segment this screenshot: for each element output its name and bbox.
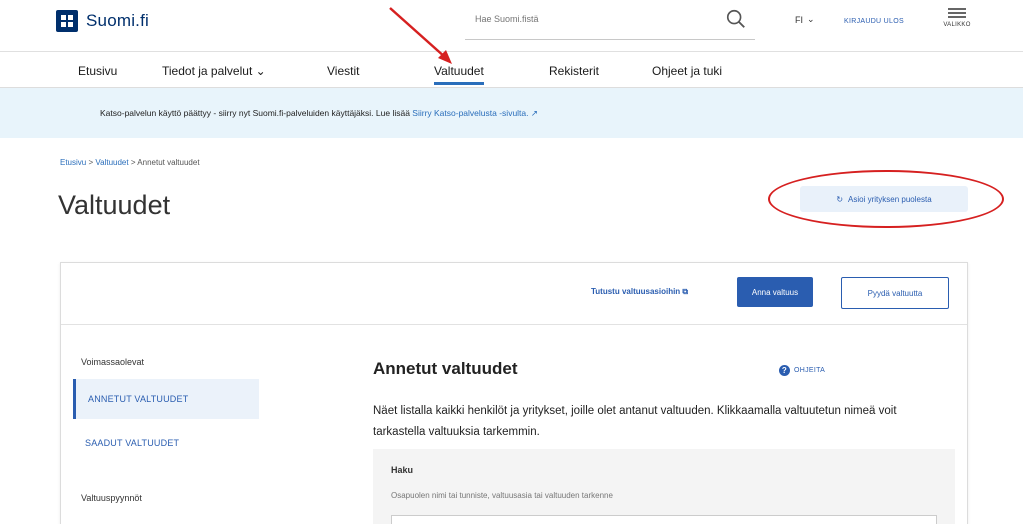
help-link[interactable]: ? OHJEITA bbox=[779, 365, 825, 376]
nav-item-etusivu[interactable]: Etusivu bbox=[78, 64, 117, 78]
nav-item-viestit[interactable]: Viestit bbox=[327, 64, 359, 78]
brand-name: Suomi.fi bbox=[86, 11, 150, 30]
authorizations-panel: Tutustu valtuusasioihin ⧉ Anna valtuus P… bbox=[60, 262, 968, 524]
external-link-icon: ↗ bbox=[530, 108, 539, 118]
notice-link[interactable]: Siirry Katso-palvelusta -sivulta. bbox=[412, 108, 528, 118]
breadcrumb-etusivu[interactable]: Etusivu bbox=[60, 158, 86, 167]
logo-icon bbox=[56, 10, 78, 32]
page-title: Valtuudet bbox=[58, 190, 171, 220]
search-icon[interactable] bbox=[725, 8, 747, 30]
panel-toolbar: Tutustu valtuusasioihin ⧉ Anna valtuus P… bbox=[61, 263, 967, 325]
search-section: Haku Osapuolen nimi tai tunniste, valtuu… bbox=[373, 449, 955, 524]
authorization-search-input[interactable] bbox=[391, 515, 937, 524]
act-on-behalf-label: Asioi yrityksen puolesta bbox=[848, 194, 932, 204]
sidebar-heading-valid: Voimassaolevat bbox=[81, 357, 145, 367]
nav-item-tiedot-ja-palvelut[interactable]: Tiedot ja palvelut ⌄ bbox=[162, 64, 266, 78]
refresh-icon: ↻ bbox=[836, 194, 844, 204]
content-title: Annetut valtuudet bbox=[373, 359, 518, 378]
help-label: OHJEITA bbox=[794, 367, 826, 374]
nav-item-rekisterit[interactable]: Rekisterit bbox=[549, 64, 599, 78]
language-selector[interactable]: FI ⌄ bbox=[795, 14, 815, 25]
breadcrumb-current: Annetut valtuudet bbox=[137, 158, 200, 167]
breadcrumb-valtuudet[interactable]: Valtuudet bbox=[95, 158, 128, 167]
breadcrumb: Etusivu > Valtuudet > Annetut valtuudet bbox=[60, 158, 200, 167]
logout-link[interactable]: KIRJAUDU ULOS bbox=[844, 18, 904, 25]
menu-button[interactable]: VALIKKO bbox=[942, 8, 972, 38]
notice-message: Katso-palvelun käyttö päättyy - siirry n… bbox=[100, 108, 413, 118]
content-description: Näet listalla kaikki henkilöt ja yrityks… bbox=[373, 405, 897, 438]
menu-label: VALIKKO bbox=[943, 22, 971, 28]
give-authorization-button[interactable]: Anna valtuus bbox=[737, 277, 813, 307]
search-input[interactable] bbox=[475, 14, 715, 24]
hamburger-icon bbox=[948, 8, 966, 18]
sidebar-heading-requests: Valtuuspyynnöt bbox=[81, 493, 142, 503]
search-hint: Osapuolen nimi tai tunniste, valtuusasia… bbox=[391, 491, 613, 500]
suomi-fi-logo[interactable]: Suomi.fi bbox=[56, 10, 149, 32]
help-icon: ? bbox=[779, 365, 790, 376]
sidebar-item-given[interactable]: ANNETUT VALTUUDET bbox=[73, 379, 259, 419]
search-label: Haku bbox=[391, 465, 414, 475]
search-bar bbox=[465, 4, 755, 40]
nav-item-valtuudet[interactable]: Valtuudet bbox=[434, 64, 484, 85]
request-authorization-button[interactable]: Pyydä valtuutta bbox=[841, 277, 949, 309]
notice-banner: Katso-palvelun käyttö päättyy - siirry n… bbox=[0, 88, 1023, 138]
nav-item-ohjeet-ja-tuki[interactable]: Ohjeet ja tuki bbox=[652, 64, 722, 78]
sidebar-item-received[interactable]: SAADUT VALTUUDET bbox=[73, 423, 259, 463]
main-nav: Etusivu Tiedot ja palvelut ⌄ Viestit Val… bbox=[0, 52, 1023, 88]
learn-link[interactable]: Tutustu valtuusasioihin ⧉ bbox=[591, 287, 688, 297]
language-label: FI bbox=[795, 14, 803, 25]
site-header: Suomi.fi FI ⌄ KIRJAUDU ULOS VALIKKO bbox=[0, 0, 1023, 52]
breadcrumb-separator: > bbox=[130, 158, 136, 167]
chevron-down-icon: ⌄ bbox=[807, 14, 815, 24]
notice-text: Katso-palvelun käyttö päättyy - siirry n… bbox=[100, 108, 538, 119]
act-on-behalf-button[interactable]: ↻ Asioi yrityksen puolesta bbox=[800, 186, 968, 212]
breadcrumb-separator: > bbox=[88, 158, 94, 167]
